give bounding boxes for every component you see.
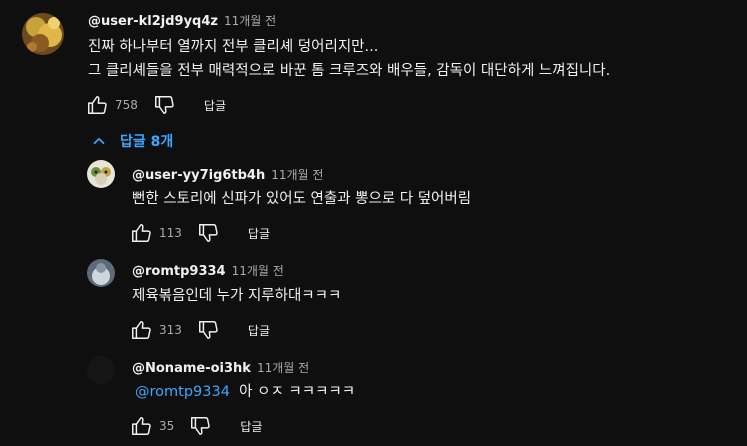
avatar-image xyxy=(22,13,64,55)
reply-button[interactable]: 답글 xyxy=(248,322,270,339)
thumbs-down-icon[interactable] xyxy=(188,414,212,438)
comment-text-line-2: 그 클리셰들을 전부 매력적으로 바꾼 톰 크루즈와 배우들, 감독이 대단하게… xyxy=(88,63,611,79)
author-handle[interactable]: @Noname-oi3hk xyxy=(132,361,251,376)
chevron-up-icon xyxy=(90,132,108,150)
like-count: 313 xyxy=(159,323,182,337)
thumbs-up-icon[interactable] xyxy=(129,221,153,245)
like-count: 758 xyxy=(115,98,138,112)
comment-text-line-1: 진짜 하나부터 열까지 전부 클리셰 덩어리지만... xyxy=(88,39,379,55)
reply-text: 뻔한 스토리에 신파가 있어도 연출과 뽕으로 다 덮어버림 xyxy=(132,191,472,207)
reply-timestamp[interactable]: 11개월 전 xyxy=(271,168,323,182)
author-handle[interactable]: @user-kl2jd9yq4z xyxy=(88,14,218,29)
avatar-image xyxy=(87,356,115,384)
reply-text: 제육볶음인데 누가 지루하대ㅋㅋㅋ xyxy=(132,288,342,304)
mention-link[interactable]: @romtp9334 xyxy=(135,384,230,400)
comment-author: @user-kl2jd9yq4z 11개월 전 xyxy=(88,12,276,29)
reply-author: @Noname-oi3hk 11개월 전 xyxy=(132,359,309,376)
thumbs-up-icon[interactable] xyxy=(85,93,109,117)
like-count: 35 xyxy=(159,419,175,433)
thumbs-down-icon[interactable] xyxy=(196,318,220,342)
author-handle[interactable]: @romtp9334 xyxy=(132,264,226,279)
avatar[interactable] xyxy=(87,160,115,188)
reply-timestamp[interactable]: 11개월 전 xyxy=(257,361,309,375)
comment-timestamp[interactable]: 11개월 전 xyxy=(224,14,276,28)
reply-author: @romtp9334 11개월 전 xyxy=(132,262,284,279)
avatar-image xyxy=(87,259,115,287)
reply-button[interactable]: 답글 xyxy=(240,418,262,435)
reply-actions: 113 답글 xyxy=(129,221,270,245)
avatar-image xyxy=(87,160,115,188)
author-handle[interactable]: @user-yy7ig6tb4h xyxy=(132,168,265,183)
reply-text-body: 아 ㅇㅈ ㅋㅋㅋㅋㅋ xyxy=(239,384,356,400)
reply-button[interactable]: 답글 xyxy=(248,225,270,242)
reply-actions: 35 답글 xyxy=(129,414,262,438)
thumbs-up-icon[interactable] xyxy=(129,318,153,342)
avatar[interactable] xyxy=(87,259,115,287)
thumbs-down-icon[interactable] xyxy=(152,93,176,117)
like-count: 113 xyxy=(159,226,182,240)
comment-actions: 758 답글 xyxy=(85,93,226,117)
thumbs-up-icon[interactable] xyxy=(129,414,153,438)
reply-button[interactable]: 답글 xyxy=(204,97,226,114)
reply-actions: 313 답글 xyxy=(129,318,270,342)
reply-timestamp[interactable]: 11개월 전 xyxy=(232,264,284,278)
reply-author: @user-yy7ig6tb4h 11개월 전 xyxy=(132,166,323,183)
reply-text: @romtp9334 아 ㅇㅈ ㅋㅋㅋㅋㅋ xyxy=(135,380,355,404)
thumbs-down-icon[interactable] xyxy=(196,221,220,245)
avatar[interactable] xyxy=(87,356,115,384)
replies-toggle-label: 답글 8개 xyxy=(120,134,174,150)
replies-toggle-button[interactable]: 답글 8개 xyxy=(90,131,173,151)
avatar[interactable] xyxy=(22,13,64,55)
